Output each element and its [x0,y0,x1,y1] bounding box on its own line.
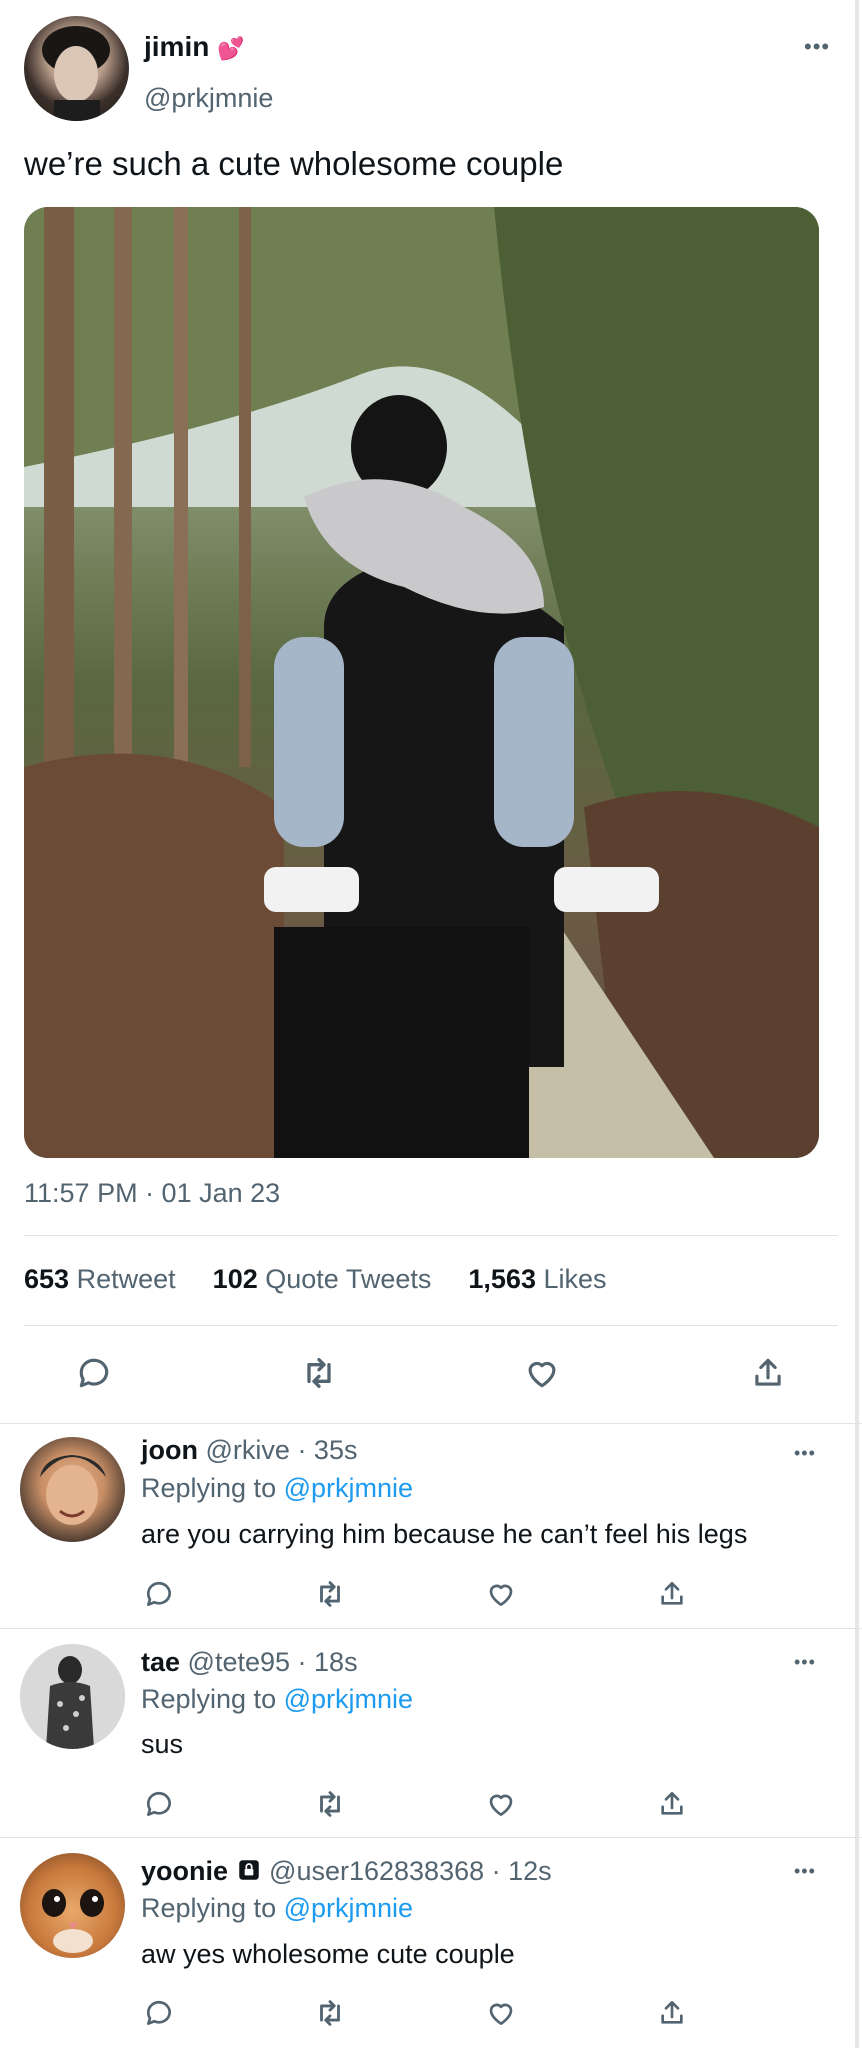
likes-stat[interactable]: 1,563 Likes [468,1264,606,1294]
more-icon[interactable]: ••• [794,1862,816,1880]
more-icon[interactable]: ••• [794,1653,816,1671]
like-icon[interactable] [481,1993,521,2033]
more-icon[interactable]: ••• [804,36,830,58]
retweet-icon[interactable] [310,1574,350,1614]
quote-tweets-stat[interactable]: 102 Quote Tweets [213,1264,432,1294]
reply-text: are you carrying him because he can’t fe… [141,1519,748,1549]
replying-to-link[interactable]: @prkjmnie [284,1684,413,1714]
reply-icon[interactable] [74,1353,114,1393]
reply-item[interactable]: joon @rkive · 35s ••• Replying to @prkjm… [0,1424,856,1628]
reply-item[interactable]: yoonie @user162838368 · 12s ••• Replying… [0,1838,856,2048]
replying-label: Replying to [141,1684,277,1714]
reply-item[interactable]: tae @tete95 · 18s ••• Replying to @prkjm… [0,1629,856,1837]
reply-author-handle[interactable]: @user162838368 [269,1856,484,1886]
share-icon[interactable] [748,1353,788,1393]
avatar[interactable] [20,1644,125,1749]
retweet-icon[interactable] [310,1784,350,1824]
avatar[interactable] [20,1853,125,1958]
replying-label: Replying to [141,1473,277,1503]
author-name[interactable]: jimin [144,31,209,62]
tweet-thread: jimin 💕 @prkjmnie ••• we’re such a cute … [0,0,862,2048]
reply-time[interactable]: · 18s [298,1647,358,1677]
reply-icon[interactable] [139,1784,179,1824]
reply-text: sus [141,1729,184,1759]
reply-author-handle[interactable]: @tete95 [188,1647,290,1677]
like-icon[interactable] [481,1574,521,1614]
retweets-stat[interactable]: 653 Retweet [24,1264,176,1294]
author-emoji: 💕 [217,36,245,61]
author-name-row: jimin 💕 [144,30,245,66]
share-icon[interactable] [652,1574,692,1614]
tweet-photo[interactable] [24,207,819,1158]
reply-author-name[interactable]: yoonie [141,1856,228,1886]
like-icon[interactable] [522,1353,562,1393]
replying-to-link[interactable]: @prkjmnie [284,1473,413,1503]
tweet-text: we’re such a cute wholesome couple [24,145,564,182]
reply-time[interactable]: · 35s [297,1435,357,1465]
reply-time[interactable]: · 12s [492,1856,552,1886]
reply-author-name[interactable]: joon [141,1435,198,1465]
more-icon[interactable]: ••• [794,1444,816,1462]
share-icon[interactable] [652,1784,692,1824]
share-icon[interactable] [652,1993,692,2033]
lock-icon [236,1857,262,1890]
tweet-stats: 653 Retweet 102 Quote Tweets 1,563 Likes [24,1263,607,1295]
reply-icon[interactable] [139,1993,179,2033]
tweet-timestamp[interactable]: 11:57 PM · 01 Jan 23 [24,1177,280,1209]
author-avatar[interactable] [24,16,129,121]
retweet-icon[interactable] [299,1353,339,1393]
reply-author-name[interactable]: tae [141,1647,180,1677]
divider [24,1235,838,1236]
retweet-icon[interactable] [310,1993,350,2033]
avatar[interactable] [20,1437,125,1542]
replying-to-link[interactable]: @prkjmnie [284,1893,413,1923]
replying-label: Replying to [141,1893,277,1923]
author-handle[interactable]: @prkjmnie [144,82,273,114]
reply-author-handle[interactable]: @rkive [206,1435,290,1465]
reply-text: aw yes wholesome cute couple [141,1939,515,1969]
divider [24,1325,838,1326]
like-icon[interactable] [481,1784,521,1824]
reply-icon[interactable] [139,1574,179,1614]
